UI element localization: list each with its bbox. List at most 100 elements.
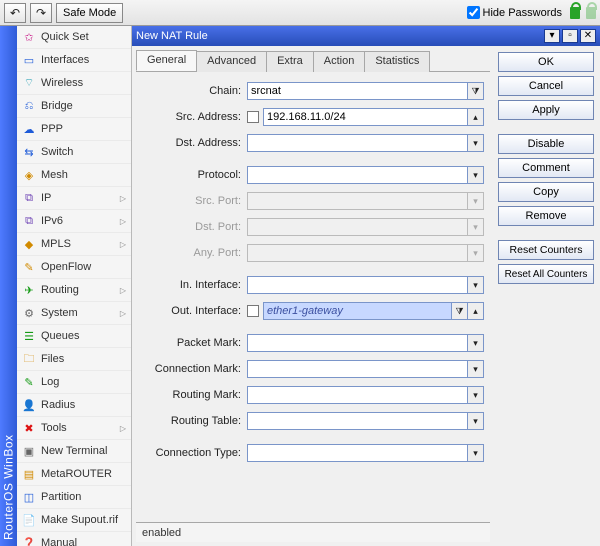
sidebar-item-label: Tools bbox=[41, 422, 67, 434]
submenu-icon: ▷ bbox=[120, 286, 126, 295]
dialog-titlebar[interactable]: New NAT Rule ▾ ▫ ✕ bbox=[132, 26, 600, 46]
chain-input[interactable] bbox=[247, 82, 468, 100]
field-label: Src. Address: bbox=[142, 111, 247, 123]
tab-action[interactable]: Action bbox=[313, 51, 366, 72]
dst-address-input[interactable] bbox=[247, 134, 468, 152]
dropdown-icon[interactable]: ⧩ bbox=[452, 302, 468, 320]
sidebar-item-label: IP bbox=[41, 192, 51, 204]
tab-general[interactable]: General bbox=[136, 50, 197, 71]
field-label: Packet Mark: bbox=[142, 337, 247, 349]
sidebar-item-bridge[interactable]: ⎌Bridge bbox=[17, 95, 131, 118]
sidebar-item-quick-set[interactable]: ✩Quick Set bbox=[17, 26, 131, 49]
expand-icon[interactable]: ▾ bbox=[468, 166, 484, 184]
undo-button[interactable]: ↶ bbox=[4, 3, 26, 23]
copy-button[interactable]: Copy bbox=[498, 182, 594, 202]
field-label: Dst. Address: bbox=[142, 137, 247, 149]
sidebar-item-mpls[interactable]: ◆MPLS▷ bbox=[17, 233, 131, 256]
collapse-icon[interactable]: ▴ bbox=[468, 302, 484, 320]
expand-icon: ▾ bbox=[468, 192, 484, 210]
submenu-icon: ▷ bbox=[120, 424, 126, 433]
sidebar-icon: ☁ bbox=[22, 122, 36, 136]
sidebar-item-tools[interactable]: ✖Tools▷ bbox=[17, 417, 131, 440]
sidebar-icon: ◫ bbox=[22, 490, 36, 504]
sidebar-item-wireless[interactable]: ⌔Wireless bbox=[17, 72, 131, 95]
sidebar-item-openflow[interactable]: ✎OpenFlow bbox=[17, 256, 131, 279]
sidebar-icon: ⎌ bbox=[22, 99, 36, 113]
tab-statistics[interactable]: Statistics bbox=[364, 51, 430, 72]
connection-mark-input[interactable] bbox=[247, 360, 468, 378]
comment-button[interactable]: Comment bbox=[498, 158, 594, 178]
hide-passwords-check[interactable]: Hide Passwords bbox=[467, 6, 562, 19]
sidebar-item-label: Mesh bbox=[41, 169, 68, 181]
sidebar-item-system[interactable]: ⚙System▷ bbox=[17, 302, 131, 325]
sidebar-item-ip[interactable]: ⧉IP▷ bbox=[17, 187, 131, 210]
sidebar-item-label: OpenFlow bbox=[41, 261, 91, 273]
cancel-button[interactable]: Cancel bbox=[498, 76, 594, 96]
packet-mark-input[interactable] bbox=[247, 334, 468, 352]
reset-counters-button[interactable]: Reset Counters bbox=[498, 240, 594, 260]
ok-button[interactable]: OK bbox=[498, 52, 594, 72]
sidebar-icon: 🗀 bbox=[22, 352, 36, 366]
redo-button[interactable]: ↷ bbox=[30, 3, 52, 23]
expand-icon[interactable]: ▾ bbox=[468, 134, 484, 152]
field-row-dst-port: Dst. Port:▾ bbox=[142, 216, 484, 238]
reset-all-counters-button[interactable]: Reset All Counters bbox=[498, 264, 594, 284]
sidebar-item-ipv6[interactable]: ⧉IPv6▷ bbox=[17, 210, 131, 233]
field-label: Connection Type: bbox=[142, 447, 247, 459]
sidebar-item-new-terminal[interactable]: ▣New Terminal bbox=[17, 440, 131, 463]
sidebar-item-queues[interactable]: ☰Queues bbox=[17, 325, 131, 348]
src-port-input bbox=[247, 192, 468, 210]
expand-icon[interactable]: ▾ bbox=[468, 276, 484, 294]
sidebar-item-routing[interactable]: ✈Routing▷ bbox=[17, 279, 131, 302]
in-interface-input[interactable] bbox=[247, 276, 468, 294]
dropdown-icon[interactable]: ⧩ bbox=[468, 82, 484, 100]
safe-mode-button[interactable]: Safe Mode bbox=[56, 3, 123, 23]
hide-passwords-checkbox[interactable] bbox=[467, 6, 480, 19]
close-button[interactable]: ✕ bbox=[580, 29, 596, 43]
expand-icon[interactable]: ▾ bbox=[468, 444, 484, 462]
routing-table-input[interactable] bbox=[247, 412, 468, 430]
remove-button[interactable]: Remove bbox=[498, 206, 594, 226]
sidebar-item-interfaces[interactable]: ▭Interfaces bbox=[17, 49, 131, 72]
negate-checkbox[interactable] bbox=[247, 111, 259, 123]
expand-icon[interactable]: ▾ bbox=[468, 360, 484, 378]
expand-icon[interactable]: ▾ bbox=[468, 386, 484, 404]
submenu-icon: ▷ bbox=[120, 217, 126, 226]
collapse-icon[interactable]: ▴ bbox=[468, 108, 484, 126]
tab-extra[interactable]: Extra bbox=[266, 51, 314, 72]
apply-button[interactable]: Apply bbox=[498, 100, 594, 120]
sidebar-item-switch[interactable]: ⇆Switch bbox=[17, 141, 131, 164]
field-row-connection-mark: Connection Mark:▾ bbox=[142, 358, 484, 380]
maximize-button[interactable]: ▫ bbox=[562, 29, 578, 43]
sidebar-item-metarouter[interactable]: ▤MetaROUTER bbox=[17, 463, 131, 486]
sidebar-item-files[interactable]: 🗀Files bbox=[17, 348, 131, 371]
minimize-button[interactable]: ▾ bbox=[544, 29, 560, 43]
sidebar-item-partition[interactable]: ◫ Partition bbox=[17, 486, 131, 509]
top-toolbar: ↶ ↷ Safe Mode Hide Passwords bbox=[0, 0, 600, 26]
expand-icon[interactable]: ▾ bbox=[468, 334, 484, 352]
field-label: Src. Port: bbox=[142, 195, 247, 207]
connection-type-input[interactable] bbox=[247, 444, 468, 462]
sidebar-item-label: PPP bbox=[41, 123, 63, 135]
expand-icon[interactable]: ▾ bbox=[468, 412, 484, 430]
field-row-src-port: Src. Port: ▾ bbox=[142, 190, 484, 212]
disable-button[interactable]: Disable bbox=[498, 134, 594, 154]
src-address-input[interactable] bbox=[263, 108, 468, 126]
button-column: OK Cancel Apply Disable Comment Copy Rem… bbox=[494, 46, 600, 546]
tab-advanced[interactable]: Advanced bbox=[196, 51, 267, 72]
out-interface-input[interactable] bbox=[263, 302, 452, 320]
protocol-input[interactable] bbox=[247, 166, 468, 184]
tabs: GeneralAdvancedExtraActionStatistics bbox=[136, 50, 490, 72]
sidebar-item-mesh[interactable]: ◈Mesh bbox=[17, 164, 131, 187]
sidebar-item-log[interactable]: ✎Log bbox=[17, 371, 131, 394]
field-row-chain: Chain:⧩ bbox=[142, 80, 484, 102]
sidebar-item-ppp[interactable]: ☁ PPP bbox=[17, 118, 131, 141]
sidebar-item-make-supout-rif[interactable]: 📄Make Supout.rif bbox=[17, 509, 131, 532]
routing-mark-input[interactable] bbox=[247, 386, 468, 404]
sidebar-item-label: Partition bbox=[41, 491, 81, 503]
negate-checkbox[interactable] bbox=[247, 305, 259, 317]
sidebar-item-radius[interactable]: 👤Radius bbox=[17, 394, 131, 417]
expand-icon: ▾ bbox=[468, 244, 484, 262]
sidebar-icon: ⧉ bbox=[22, 214, 36, 228]
sidebar-item-manual[interactable]: ❓Manual bbox=[17, 532, 131, 546]
